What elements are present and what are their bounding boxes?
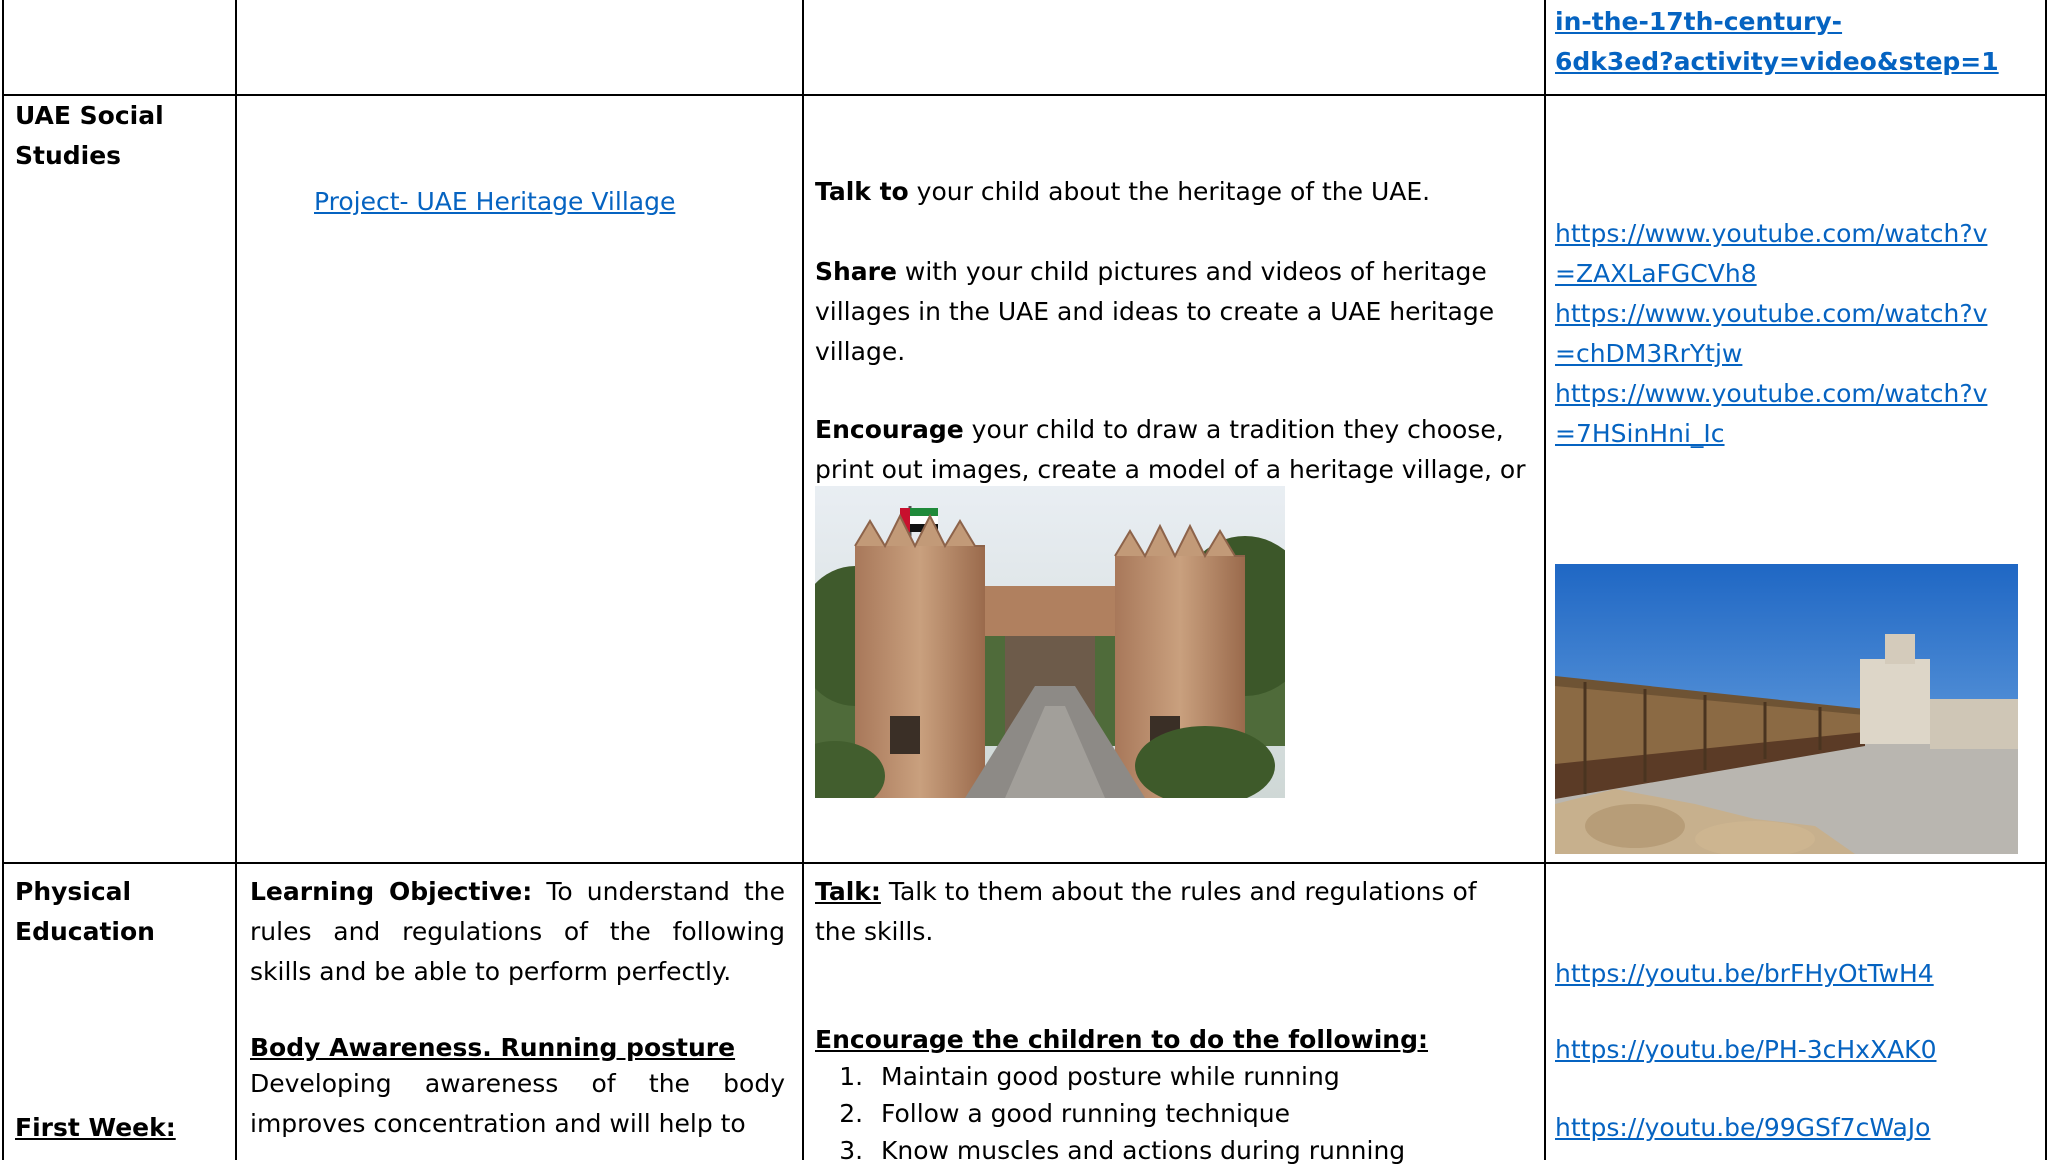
social-talk-bold: Talk to xyxy=(815,177,909,206)
subject-physical-education-line1: Physical xyxy=(15,877,132,906)
list-item: Follow a good running technique xyxy=(871,1095,1405,1132)
table-divider-col3 xyxy=(1544,0,1546,1160)
resource-link-top-line2[interactable]: 6dk3ed?activity=video&step=1 xyxy=(1555,42,1999,82)
pe-talk-text: Talk to them about the rules and regulat… xyxy=(815,877,1477,946)
subject-social-studies-line1: UAE Social xyxy=(15,101,164,130)
social-video-link-3-line2[interactable]: =7HSinHni_Ic xyxy=(1555,414,1725,454)
social-video-link-1-line2[interactable]: =ZAXLaFGCVh8 xyxy=(1555,254,1757,294)
table-border-left xyxy=(2,0,4,1160)
encourage-heading: Encourage the children to do the followi… xyxy=(815,1025,1429,1054)
social-share-paragraph: Share with your child pictures and video… xyxy=(815,252,1527,372)
table-border-right xyxy=(2045,0,2047,1160)
pe-talk-label: Talk: xyxy=(815,877,881,906)
heritage-village-gate-photo xyxy=(815,486,1285,798)
project-link[interactable]: Project- UAE Heritage Village xyxy=(314,182,675,222)
social-share-bold: Share xyxy=(815,257,897,286)
pe-video-link-2[interactable]: https://youtu.be/PH-3cHxXAK0 xyxy=(1555,1030,1936,1070)
pe-video-link-1[interactable]: https://youtu.be/brFHyOtTwH4 xyxy=(1555,954,1934,994)
social-video-link-2-line1[interactable]: https://www.youtube.com/watch?v xyxy=(1555,294,1987,334)
body-awareness-heading: Body Awareness. Running posture xyxy=(250,1033,736,1062)
pe-video-link-3[interactable]: https://youtu.be/99GSf7cWaJo xyxy=(1555,1108,1930,1148)
pe-talk-paragraph: Talk: Talk to them about the rules and r… xyxy=(815,872,1515,952)
table-row-divider-1 xyxy=(2,94,2047,96)
running-steps-list: Maintain good posture while running Foll… xyxy=(815,1058,1405,1169)
social-video-link-2-line2[interactable]: =chDM3RrYtjw xyxy=(1555,334,1742,374)
social-video-link-1-line1[interactable]: https://www.youtube.com/watch?v xyxy=(1555,214,1987,254)
table-divider-col2 xyxy=(802,0,804,1160)
social-talk-paragraph: Talk to your child about the heritage of… xyxy=(815,172,1527,212)
body-awareness-text: Developing awareness of the body improve… xyxy=(250,1069,785,1138)
learning-objective-label: Learning Objective: xyxy=(250,877,533,906)
table-row-divider-2 xyxy=(2,862,2047,864)
table-divider-col1 xyxy=(235,0,237,1160)
learning-objective: Learning Objective: To understand the ru… xyxy=(250,872,785,992)
social-video-link-3-line1[interactable]: https://www.youtube.com/watch?v xyxy=(1555,374,1987,414)
subject-social-studies-line2: Studies xyxy=(15,141,122,170)
resource-link-top-line1[interactable]: in-the-17th-century- xyxy=(1555,2,1842,42)
week-label: First Week: xyxy=(15,1113,176,1142)
social-talk-text: your child about the heritage of the UAE… xyxy=(908,177,1431,206)
subject-physical-education-line2: Education xyxy=(15,917,155,946)
social-share-text: with your child pictures and videos of h… xyxy=(815,257,1495,366)
list-item: Know muscles and actions during running xyxy=(871,1132,1405,1169)
heritage-market-photo xyxy=(1555,564,2018,854)
list-item: Maintain good posture while running xyxy=(871,1058,1405,1095)
social-encourage-bold: Encourage xyxy=(815,415,964,444)
